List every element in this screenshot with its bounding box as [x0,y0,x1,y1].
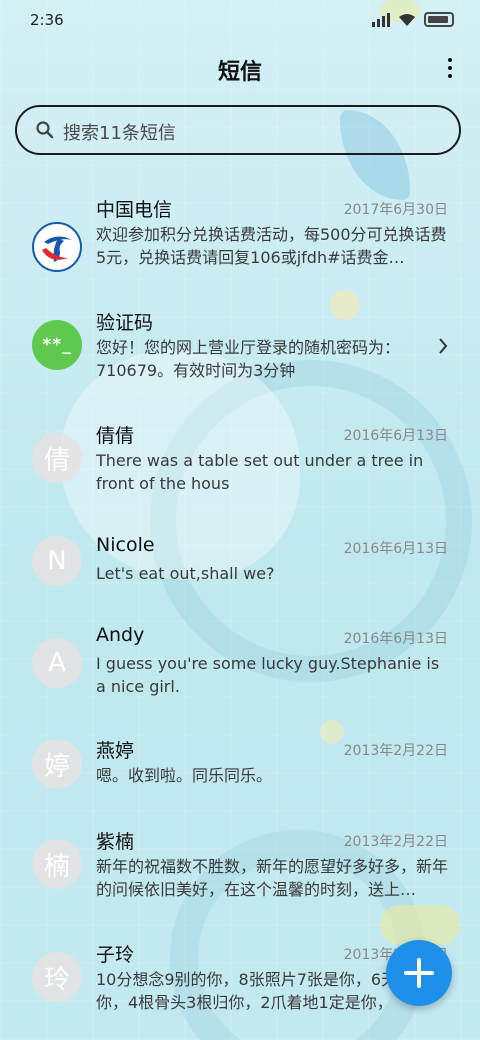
conversation-preview: There was a table set out under a tree i… [96,451,424,493]
conversation-name: 燕婷 [96,740,135,762]
conversation-item[interactable]: **_ 验证码 您好！您的网上营业厅登录的随机密码为：710679。有效时间为3… [0,308,480,398]
avatar: 倩 [32,433,82,483]
telecom-logo-svg [42,236,72,262]
conversation-date: 2016年6月13日 [343,428,448,444]
more-vertical-icon[interactable] [446,58,454,82]
conversation-item[interactable]: A Andy 2016年6月13日 I guess you're some lu… [0,624,480,714]
conversation-date: 2016年6月13日 [343,631,448,647]
avatar: 楠 [32,839,82,889]
conversation-name: 紫楠 [96,831,135,853]
new-message-button[interactable] [386,940,452,1006]
search-placeholder: 搜索11条短信 [63,123,176,144]
avatar: **_ [32,320,82,370]
search-input[interactable]: 搜索11条短信 [15,105,461,155]
conversation-date: 2013年2月22日 [343,834,448,850]
conversation-name: 验证码 [96,312,154,334]
conversation-preview: Let's eat out,shall we? [96,564,275,583]
status-time: 2:36 [30,11,64,29]
avatar: A [32,638,82,688]
conversation-name: Andy [96,624,145,646]
conversation-name: 中国电信 [96,199,173,221]
page-title: 短信 [217,60,262,85]
status-bar: 2:36 [0,0,480,40]
status-icons [372,12,454,27]
avatar: 婷 [32,739,82,789]
conversation-item[interactable]: N Nicole 2016年6月13日 Let's eat out,shall … [0,534,480,604]
conversation-date: 2016年6月13日 [343,541,448,557]
signal-icon [372,12,390,27]
chevron-right-icon[interactable] [438,338,448,354]
conversation-preview: 新年的祝福数不胜数，新年的愿望好多好多，新年的问候依旧美好，在这个温馨的时刻，送… [96,857,448,899]
conversation-date: 2013年2月22日 [343,743,448,759]
avatar: N [32,536,82,586]
app-header: 短信 [0,40,480,100]
conversation-preview: 欢迎参加积分兑换话费活动，每500分可兑换话费5元，兑换话费请回复106或jfd… [96,225,447,267]
conversation-item[interactable]: 婷 燕婷 2013年2月22日 嗯。收到啦。同乐同乐。 [0,736,480,806]
avatar: 玲 [32,952,82,1002]
search-icon [36,121,54,139]
conversation-name: 子玲 [96,944,135,966]
conversation-preview: 您好！您的网上营业厅登录的随机密码为：710679。有效时间为3分钟 [96,338,401,380]
wifi-icon [399,13,415,26]
conversation-preview: I guess you're some lucky guy.Stephanie … [96,654,440,696]
battery-icon [424,12,454,27]
china-telecom-logo-icon [32,222,82,272]
conversation-preview: 嗯。收到啦。同乐同乐。 [96,766,273,785]
conversation-date: 2017年6月30日 [343,202,448,218]
conversation-name: Nicole [96,534,155,556]
conversation-name: 倩倩 [96,425,135,447]
conversation-item[interactable]: 中国电信 2017年6月30日 欢迎参加积分兑换话费活动，每500分可兑换话费5… [0,195,480,295]
conversation-item[interactable]: 楠 紫楠 2013年2月22日 新年的祝福数不胜数，新年的愿望好多好多，新年的问… [0,827,480,917]
conversation-item[interactable]: 倩 倩倩 2016年6月13日 There was a table set ou… [0,421,480,511]
